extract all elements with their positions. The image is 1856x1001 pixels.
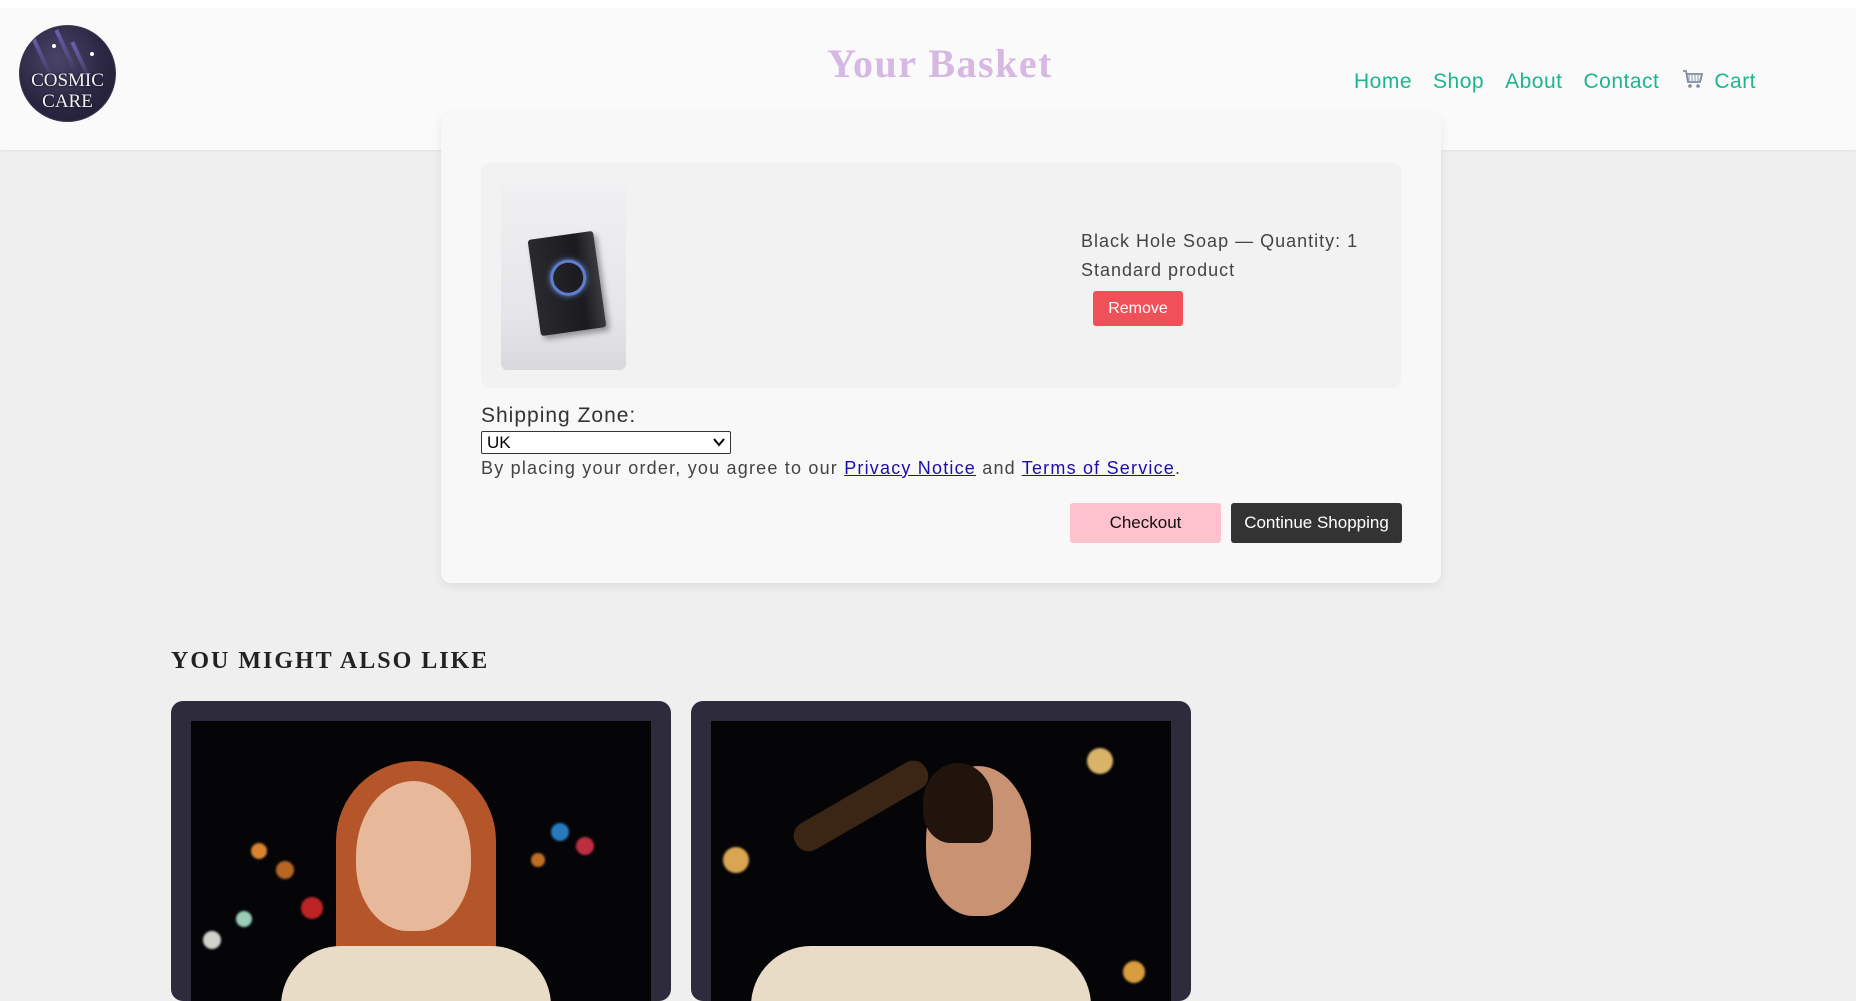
shopping-cart-icon (1682, 69, 1704, 95)
privacy-notice-link[interactable]: Privacy Notice (844, 458, 976, 478)
black-hole-soap-image (501, 183, 626, 370)
nav-shop-link[interactable]: Shop (1433, 70, 1484, 94)
shipping-zone-value: UK (487, 433, 511, 452)
basket-card: Black Hole Soap — Quantity: 1 Standard p… (441, 113, 1441, 583)
nav-about-link[interactable]: About (1505, 70, 1562, 94)
agreement-and: and (982, 458, 1016, 478)
top-strip (0, 0, 1856, 8)
terms-of-service-link[interactable]: Terms of Service (1022, 458, 1175, 478)
shipping-zone-label: Shipping Zone: (481, 404, 637, 427)
checkout-button[interactable]: Checkout (1070, 503, 1221, 543)
nav-home-link[interactable]: Home (1354, 70, 1412, 94)
nav-contact-link[interactable]: Contact (1583, 70, 1659, 94)
agreement-suffix: . (1175, 458, 1182, 478)
recommended-product-card[interactable] (171, 701, 671, 1001)
item-type: Standard product (1081, 260, 1236, 280)
chevron-down-icon (713, 432, 725, 458)
product-photo-braid-hoodie (711, 721, 1171, 1001)
nav-cart-label: Cart (1714, 70, 1757, 93)
recommended-product-card[interactable] (691, 701, 1191, 1001)
item-name-quantity: Black Hole Soap — Quantity: 1 (1081, 231, 1359, 251)
agreement-prefix: By placing your order, you agree to our (481, 458, 838, 478)
basket-item: Black Hole Soap — Quantity: 1 Standard p… (481, 163, 1401, 388)
remove-button[interactable]: Remove (1093, 291, 1183, 326)
order-agreement-text: By placing your order, you agree to our … (481, 458, 1181, 479)
logo-text-line2: CARE (42, 91, 93, 112)
nav-cart-link[interactable]: Cart (1682, 69, 1756, 95)
item-info: Black Hole Soap — Quantity: 1 Standard p… (1081, 227, 1358, 285)
continue-shopping-button[interactable]: Continue Shopping (1231, 503, 1402, 543)
shipping-zone-select[interactable]: UK (481, 431, 731, 454)
main-nav: Home Shop About Contact Cart (1354, 69, 1756, 95)
product-photo-redhead-hoodie (191, 721, 651, 1001)
recommendations-title: YOU MIGHT ALSO LIKE (171, 648, 490, 674)
